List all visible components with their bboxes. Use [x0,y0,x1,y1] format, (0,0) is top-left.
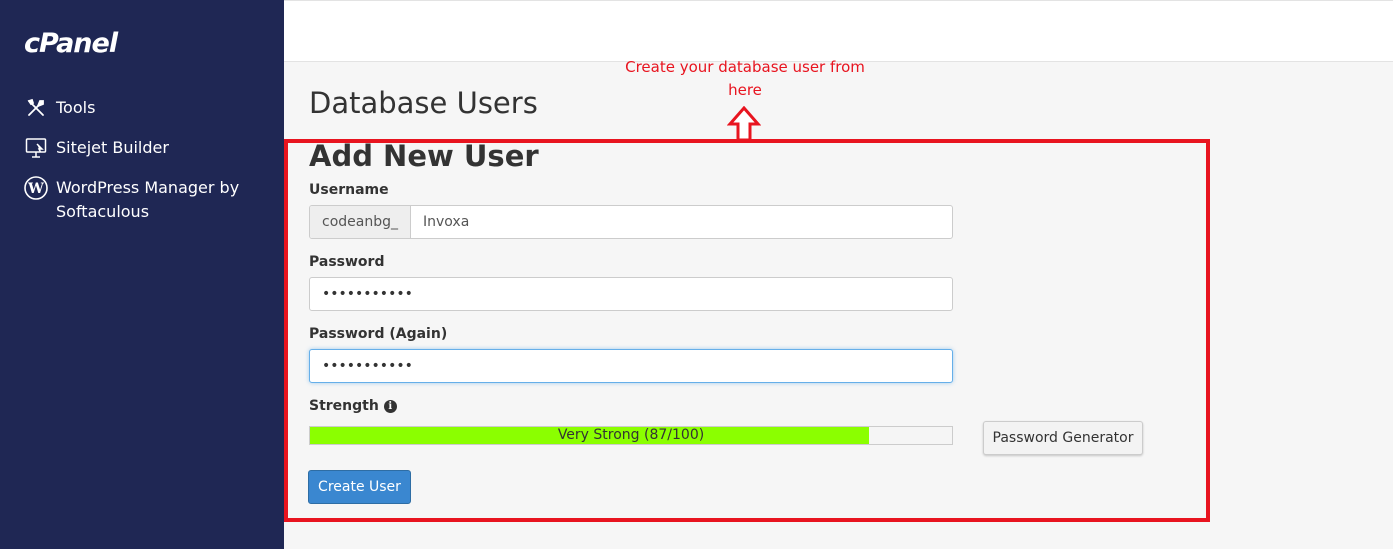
username-input[interactable] [411,206,952,238]
password-input[interactable] [309,277,953,311]
sidebar-item-wordpress[interactable]: W WordPress Manager by Softaculous [24,176,264,224]
sidebar-item-label: Tools [56,98,96,117]
tools-icon [24,96,48,120]
cpanel-logo[interactable]: cPanel [24,28,118,59]
svg-text:W: W [27,181,44,197]
info-icon[interactable]: i [383,399,397,413]
section-title: Add New User [309,139,539,173]
annotation-text: Create your database user from here [625,58,865,99]
top-bar [284,0,1393,62]
wordpress-icon: W [24,176,48,200]
password-label: Password [309,254,385,270]
strength-meter-text: Very Strong (87/100) [557,427,705,443]
password-again-input[interactable] [309,349,953,383]
create-user-button[interactable]: Create User [308,470,411,504]
strength-label-row: Strength i [309,398,397,414]
username-label: Username [309,182,389,198]
strength-label: Strength [309,398,379,414]
monitor-icon [24,136,48,160]
sidebar-item-label: Sitejet Builder [56,138,169,157]
sidebar: cPanel Tools Sitejet Builder W WordPress… [0,0,284,549]
password-again-label: Password (Again) [309,326,448,342]
username-prefix: codeanbg_ [310,206,411,238]
password-generator-button[interactable]: Password Generator [983,421,1143,455]
sidebar-item-label: WordPress Manager by Softaculous [56,178,240,221]
sidebar-item-sitejet[interactable]: Sitejet Builder [24,136,169,160]
page-title: Database Users [309,86,538,120]
strength-meter: Very Strong (87/100) [309,426,953,445]
sidebar-item-tools[interactable]: Tools [24,96,95,120]
arrow-up-icon [727,106,761,142]
username-field: codeanbg_ [309,205,953,239]
